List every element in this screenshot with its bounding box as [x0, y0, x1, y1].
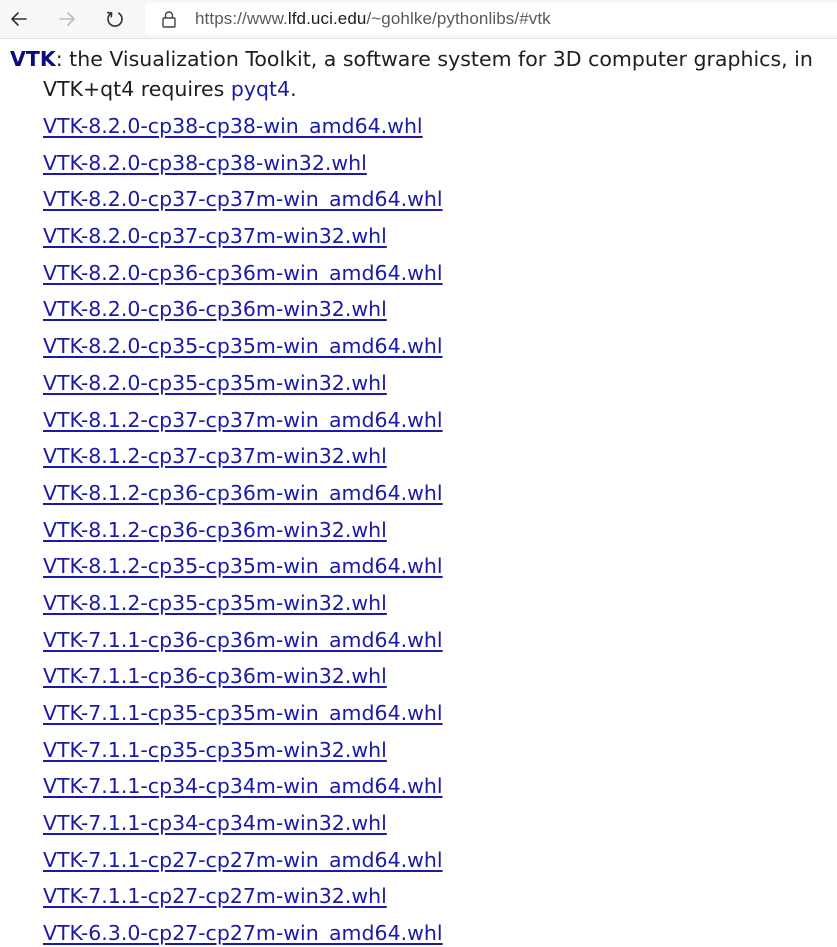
list-item: VTK-7.1.1-cp35-cp35m-win32.whl	[43, 735, 443, 772]
list-item: VTK-8.2.0-cp37-cp37m-win32.whl	[43, 221, 443, 258]
back-arrow-icon	[11, 12, 27, 26]
wheel-file-link[interactable]: VTK-8.1.2-cp37-cp37m-win32.whl	[43, 444, 387, 468]
pyqt4-link[interactable]: pyqt4	[231, 77, 290, 101]
list-item: VTK-7.1.1-cp34-cp34m-win32.whl	[43, 808, 443, 845]
wheel-file-link[interactable]: VTK-8.2.0-cp38-cp38-win_amd64.whl	[43, 114, 423, 138]
refresh-button[interactable]	[100, 4, 130, 34]
forward-button[interactable]	[52, 4, 82, 34]
list-item: VTK-7.1.1-cp27-cp27m-win32.whl	[43, 881, 443, 918]
refresh-icon	[107, 11, 123, 27]
list-item: VTK-8.2.0-cp38-cp38-win32.whl	[43, 148, 443, 185]
wheel-file-link[interactable]: VTK-7.1.1-cp27-cp27m-win_amd64.whl	[43, 848, 443, 872]
list-item: VTK-8.1.2-cp35-cp35m-win_amd64.whl	[43, 551, 443, 588]
browser-toolbar: https://www.lfd.uci.edu/~gohlke/pythonli…	[0, 0, 837, 39]
forward-arrow-icon	[59, 12, 75, 26]
wheel-file-link[interactable]: VTK-8.1.2-cp35-cp35m-win32.whl	[43, 591, 387, 615]
wheel-file-link[interactable]: VTK-7.1.1-cp36-cp36m-win_amd64.whl	[43, 628, 443, 652]
list-item: VTK-7.1.1-cp36-cp36m-win_amd64.whl	[43, 625, 443, 662]
wheel-file-link[interactable]: VTK-8.1.2-cp36-cp36m-win32.whl	[43, 518, 387, 542]
wheel-file-link[interactable]: VTK-8.1.2-cp37-cp37m-win_amd64.whl	[43, 408, 443, 432]
wheel-file-link[interactable]: VTK-7.1.1-cp35-cp35m-win32.whl	[43, 738, 387, 762]
package-name-link[interactable]: VTK	[10, 47, 56, 71]
wheel-file-link[interactable]: VTK-8.2.0-cp36-cp36m-win_amd64.whl	[43, 261, 443, 285]
wheel-file-link[interactable]: VTK-8.2.0-cp37-cp37m-win_amd64.whl	[43, 187, 443, 211]
wheel-file-link[interactable]: VTK-8.2.0-cp36-cp36m-win32.whl	[43, 297, 387, 321]
url-prefix: https://www.	[195, 9, 288, 28]
wheel-file-link[interactable]: VTK-7.1.1-cp34-cp34m-win32.whl	[43, 811, 387, 835]
list-item: VTK-7.1.1-cp35-cp35m-win_amd64.whl	[43, 698, 443, 735]
list-item: VTK-7.1.1-cp36-cp36m-win32.whl	[43, 661, 443, 698]
qt-suffix-text: .	[290, 77, 297, 101]
list-item: VTK-8.2.0-cp35-cp35m-win_amd64.whl	[43, 331, 443, 368]
list-item: VTK-8.2.0-cp38-cp38-win_amd64.whl	[43, 111, 443, 148]
url-host: lfd.uci.edu	[287, 9, 367, 28]
wheel-file-link[interactable]: VTK-8.1.2-cp35-cp35m-win_amd64.whl	[43, 554, 443, 578]
list-item: VTK-6.3.0-cp27-cp27m-win_amd64.whl	[43, 918, 443, 947]
list-item: VTK-8.1.2-cp37-cp37m-win32.whl	[43, 441, 443, 478]
package-desc-text: : the Visualization Toolkit, a software …	[55, 47, 813, 71]
list-item: VTK-7.1.1-cp34-cp34m-win_amd64.whl	[43, 771, 443, 808]
list-item: VTK-8.2.0-cp35-cp35m-win32.whl	[43, 368, 443, 405]
qt-requirement: VTK+qt4 requires pyqt4.	[43, 75, 297, 103]
list-item: VTK-8.2.0-cp36-cp36m-win32.whl	[43, 294, 443, 331]
list-item: VTK-8.1.2-cp36-cp36m-win_amd64.whl	[43, 478, 443, 515]
list-item: VTK-8.1.2-cp37-cp37m-win_amd64.whl	[43, 405, 443, 442]
url-text[interactable]: https://www.lfd.uci.edu/~gohlke/pythonli…	[195, 9, 551, 29]
list-item: VTK-8.2.0-cp36-cp36m-win_amd64.whl	[43, 258, 443, 295]
list-item: VTK-8.1.2-cp35-cp35m-win32.whl	[43, 588, 443, 625]
list-item: VTK-8.2.0-cp37-cp37m-win_amd64.whl	[43, 184, 443, 221]
wheel-file-link[interactable]: VTK-8.2.0-cp35-cp35m-win_amd64.whl	[43, 334, 443, 358]
wheel-file-link[interactable]: VTK-7.1.1-cp27-cp27m-win32.whl	[43, 884, 387, 908]
package-description: VTK: the Visualization Toolkit, a softwa…	[10, 45, 813, 73]
wheel-file-link[interactable]: VTK-7.1.1-cp35-cp35m-win_amd64.whl	[43, 701, 443, 725]
list-item: VTK-7.1.1-cp27-cp27m-win_amd64.whl	[43, 845, 443, 882]
wheel-file-link[interactable]: VTK-8.2.0-cp35-cp35m-win32.whl	[43, 371, 387, 395]
wheel-file-link[interactable]: VTK-6.3.0-cp27-cp27m-win_amd64.whl	[43, 921, 443, 945]
wheel-file-link[interactable]: VTK-8.1.2-cp36-cp36m-win_amd64.whl	[43, 481, 443, 505]
qt-prefix-text: VTK+qt4 requires	[43, 77, 231, 101]
wheel-file-link[interactable]: VTK-8.2.0-cp38-cp38-win32.whl	[43, 151, 367, 175]
page-content: VTK: the Visualization Toolkit, a softwa…	[0, 39, 837, 947]
address-bar[interactable]: https://www.lfd.uci.edu/~gohlke/pythonli…	[145, 3, 837, 35]
back-button[interactable]	[4, 4, 34, 34]
wheel-file-link[interactable]: VTK-8.2.0-cp37-cp37m-win32.whl	[43, 224, 387, 248]
wheel-file-list: VTK-8.2.0-cp38-cp38-win_amd64.whl VTK-8.2…	[43, 111, 443, 947]
lock-icon	[161, 10, 177, 32]
list-item: VTK-8.1.2-cp36-cp36m-win32.whl	[43, 515, 443, 552]
wheel-file-link[interactable]: VTK-7.1.1-cp36-cp36m-win32.whl	[43, 664, 387, 688]
url-path: /~gohlke/pythonlibs/#vtk	[366, 9, 551, 28]
wheel-file-link[interactable]: VTK-7.1.1-cp34-cp34m-win_amd64.whl	[43, 774, 443, 798]
